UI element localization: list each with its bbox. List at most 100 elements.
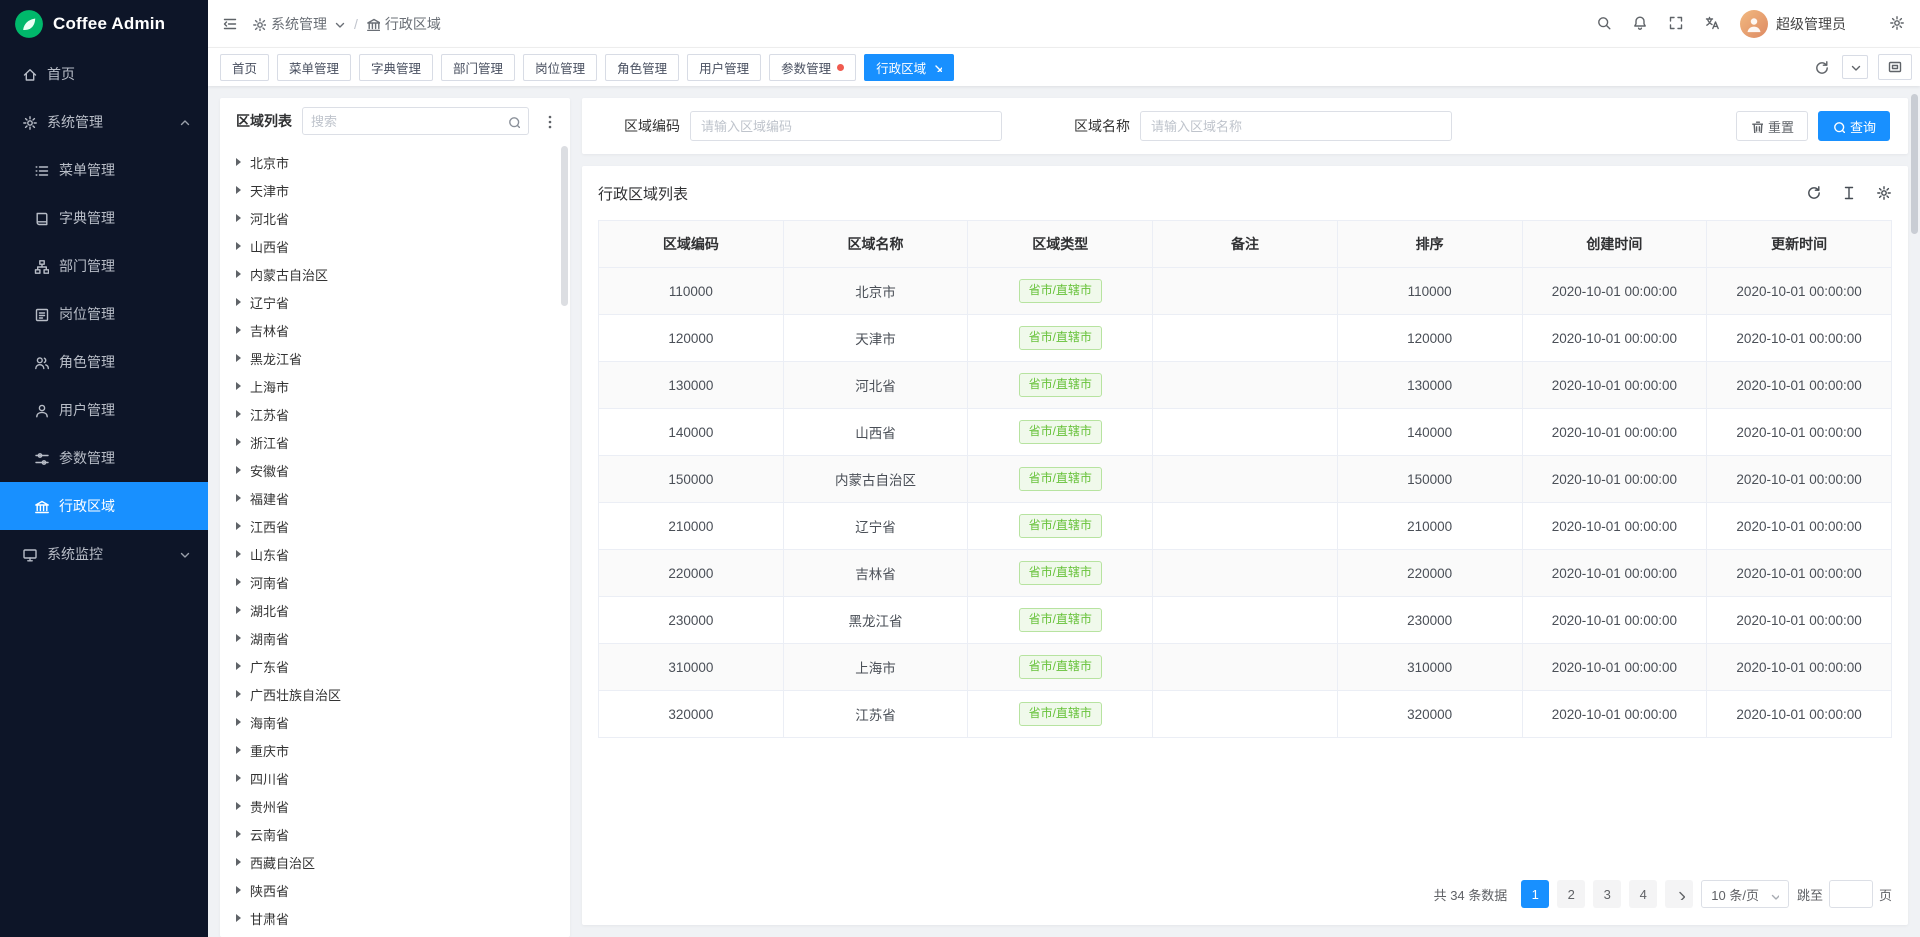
table-row[interactable]: 140000 山西省 省市/直辖市 140000 2020-10-01 00:0… [599, 409, 1892, 456]
table-row[interactable]: 320000 江苏省 省市/直辖市 320000 2020-10-01 00:0… [599, 691, 1892, 738]
page-button[interactable]: 4 [1629, 880, 1657, 908]
tree-item[interactable]: 福建省 [220, 484, 570, 512]
caret-right-icon[interactable] [236, 690, 241, 698]
tree-item[interactable]: 湖南省 [220, 624, 570, 652]
collapse-sidebar-button[interactable] [222, 16, 238, 32]
tree-item[interactable]: 黑龙江省 [220, 344, 570, 372]
sidebar-item-role-management[interactable]: 角色管理 [0, 338, 208, 386]
search-icon[interactable] [507, 115, 520, 128]
page-size-select[interactable]: 10 条/页 [1701, 880, 1789, 908]
tree-item[interactable]: 北京市 [220, 148, 570, 176]
caret-right-icon[interactable] [236, 550, 241, 558]
tab[interactable]: 参数管理 [769, 54, 856, 81]
table-row[interactable]: 230000 黑龙江省 省市/直辖市 230000 2020-10-01 00:… [599, 597, 1892, 644]
refresh-icon[interactable] [1814, 60, 1829, 75]
search-icon[interactable] [1596, 15, 1613, 32]
sidebar-item-system-monitor[interactable]: 系统监控 [0, 530, 208, 578]
sidebar-item-post-management[interactable]: 岗位管理 [0, 290, 208, 338]
caret-right-icon[interactable] [236, 270, 241, 278]
tab[interactable]: 首页 [220, 54, 269, 81]
tree-item[interactable]: 天津市 [220, 176, 570, 204]
tree-item[interactable]: 吉林省 [220, 316, 570, 344]
caret-right-icon[interactable] [236, 494, 241, 502]
tree-item[interactable]: 江西省 [220, 512, 570, 540]
tree-item[interactable]: 四川省 [220, 764, 570, 792]
page-button[interactable]: 3 [1593, 880, 1621, 908]
sidebar-item-admin-region[interactable]: 行政区域 [0, 482, 208, 530]
tree-item[interactable]: 内蒙古自治区 [220, 260, 570, 288]
tab[interactable]: 行政区域 [864, 54, 954, 81]
caret-right-icon[interactable] [236, 662, 241, 670]
tree-item[interactable]: 河南省 [220, 568, 570, 596]
tab[interactable]: 菜单管理 [277, 54, 351, 81]
caret-right-icon[interactable] [236, 746, 241, 754]
caret-right-icon[interactable] [236, 466, 241, 474]
caret-right-icon[interactable] [236, 410, 241, 418]
caret-right-icon[interactable] [236, 606, 241, 614]
page-button[interactable]: 2 [1557, 880, 1585, 908]
table-row[interactable]: 150000 内蒙古自治区 省市/直辖市 150000 2020-10-01 0… [599, 456, 1892, 503]
bell-icon[interactable] [1632, 15, 1649, 32]
tab[interactable]: 部门管理 [441, 54, 515, 81]
tab[interactable]: 角色管理 [605, 54, 679, 81]
table-row[interactable]: 310000 上海市 省市/直辖市 310000 2020-10-01 00:0… [599, 644, 1892, 691]
page-scrollbar-thumb[interactable] [1911, 94, 1918, 234]
tab[interactable]: 岗位管理 [523, 54, 597, 81]
reset-button[interactable]: 重置 [1736, 111, 1808, 141]
table-row[interactable]: 120000 天津市 省市/直辖市 120000 2020-10-01 00:0… [599, 315, 1892, 362]
region-code-input[interactable] [690, 111, 1002, 141]
tab[interactable]: 用户管理 [687, 54, 761, 81]
next-page-button[interactable] [1665, 880, 1693, 908]
tree-item[interactable]: 江苏省 [220, 400, 570, 428]
app-logo[interactable]: Coffee Admin [0, 0, 208, 48]
table-row[interactable]: 220000 吉林省 省市/直辖市 220000 2020-10-01 00:0… [599, 550, 1892, 597]
caret-right-icon[interactable] [236, 158, 241, 166]
caret-right-icon[interactable] [236, 186, 241, 194]
sidebar-item-menu-management[interactable]: 菜单管理 [0, 146, 208, 194]
caret-right-icon[interactable] [236, 634, 241, 642]
caret-right-icon[interactable] [236, 522, 241, 530]
translate-icon[interactable] [1704, 15, 1721, 32]
caret-right-icon[interactable] [236, 438, 241, 446]
sidebar-item-dict-management[interactable]: 字典管理 [0, 194, 208, 242]
table-row[interactable]: 130000 河北省 省市/直辖市 130000 2020-10-01 00:0… [599, 362, 1892, 409]
tree-item[interactable]: 广西壮族自治区 [220, 680, 570, 708]
tree-scrollbar-thumb[interactable] [561, 146, 568, 306]
table-row[interactable]: 210000 辽宁省 省市/直辖市 210000 2020-10-01 00:0… [599, 503, 1892, 550]
caret-right-icon[interactable] [236, 242, 241, 250]
sidebar-item-home[interactable]: 首页 [0, 50, 208, 98]
user-menu[interactable]: 超级管理员 [1740, 10, 1846, 38]
caret-right-icon[interactable] [236, 886, 241, 894]
tree-more-button[interactable] [539, 114, 560, 129]
caret-right-icon[interactable] [236, 718, 241, 726]
tree-item[interactable]: 湖北省 [220, 596, 570, 624]
density-icon[interactable] [1841, 185, 1857, 201]
tree-item[interactable]: 河北省 [220, 204, 570, 232]
sidebar-item-dept-management[interactable]: 部门管理 [0, 242, 208, 290]
tree-item[interactable]: 广东省 [220, 652, 570, 680]
caret-right-icon[interactable] [236, 354, 241, 362]
tab-close-icon[interactable] [932, 62, 942, 72]
tree-item[interactable]: 安徽省 [220, 456, 570, 484]
breadcrumb-section[interactable]: 系统管理 [252, 14, 346, 34]
tree-item[interactable]: 辽宁省 [220, 288, 570, 316]
content-fullscreen-button[interactable] [1878, 54, 1912, 80]
sidebar-item-user-management[interactable]: 用户管理 [0, 386, 208, 434]
page-button[interactable]: 1 [1521, 880, 1549, 908]
caret-right-icon[interactable] [236, 298, 241, 306]
tree-item[interactable]: 海南省 [220, 708, 570, 736]
sidebar-item-system-management[interactable]: 系统管理 [0, 98, 208, 146]
caret-right-icon[interactable] [236, 214, 241, 222]
caret-right-icon[interactable] [236, 830, 241, 838]
caret-right-icon[interactable] [236, 382, 241, 390]
tab-options-button[interactable] [1842, 55, 1868, 79]
tree-item[interactable]: 青海省 [220, 932, 570, 937]
sidebar-item-param-management[interactable]: 参数管理 [0, 434, 208, 482]
region-search-input[interactable] [311, 114, 501, 129]
tree-item[interactable]: 上海市 [220, 372, 570, 400]
refresh-icon[interactable] [1806, 185, 1822, 201]
tree-item[interactable]: 浙江省 [220, 428, 570, 456]
tree-item[interactable]: 山西省 [220, 232, 570, 260]
region-name-input[interactable] [1140, 111, 1452, 141]
tree-item[interactable]: 陕西省 [220, 876, 570, 904]
